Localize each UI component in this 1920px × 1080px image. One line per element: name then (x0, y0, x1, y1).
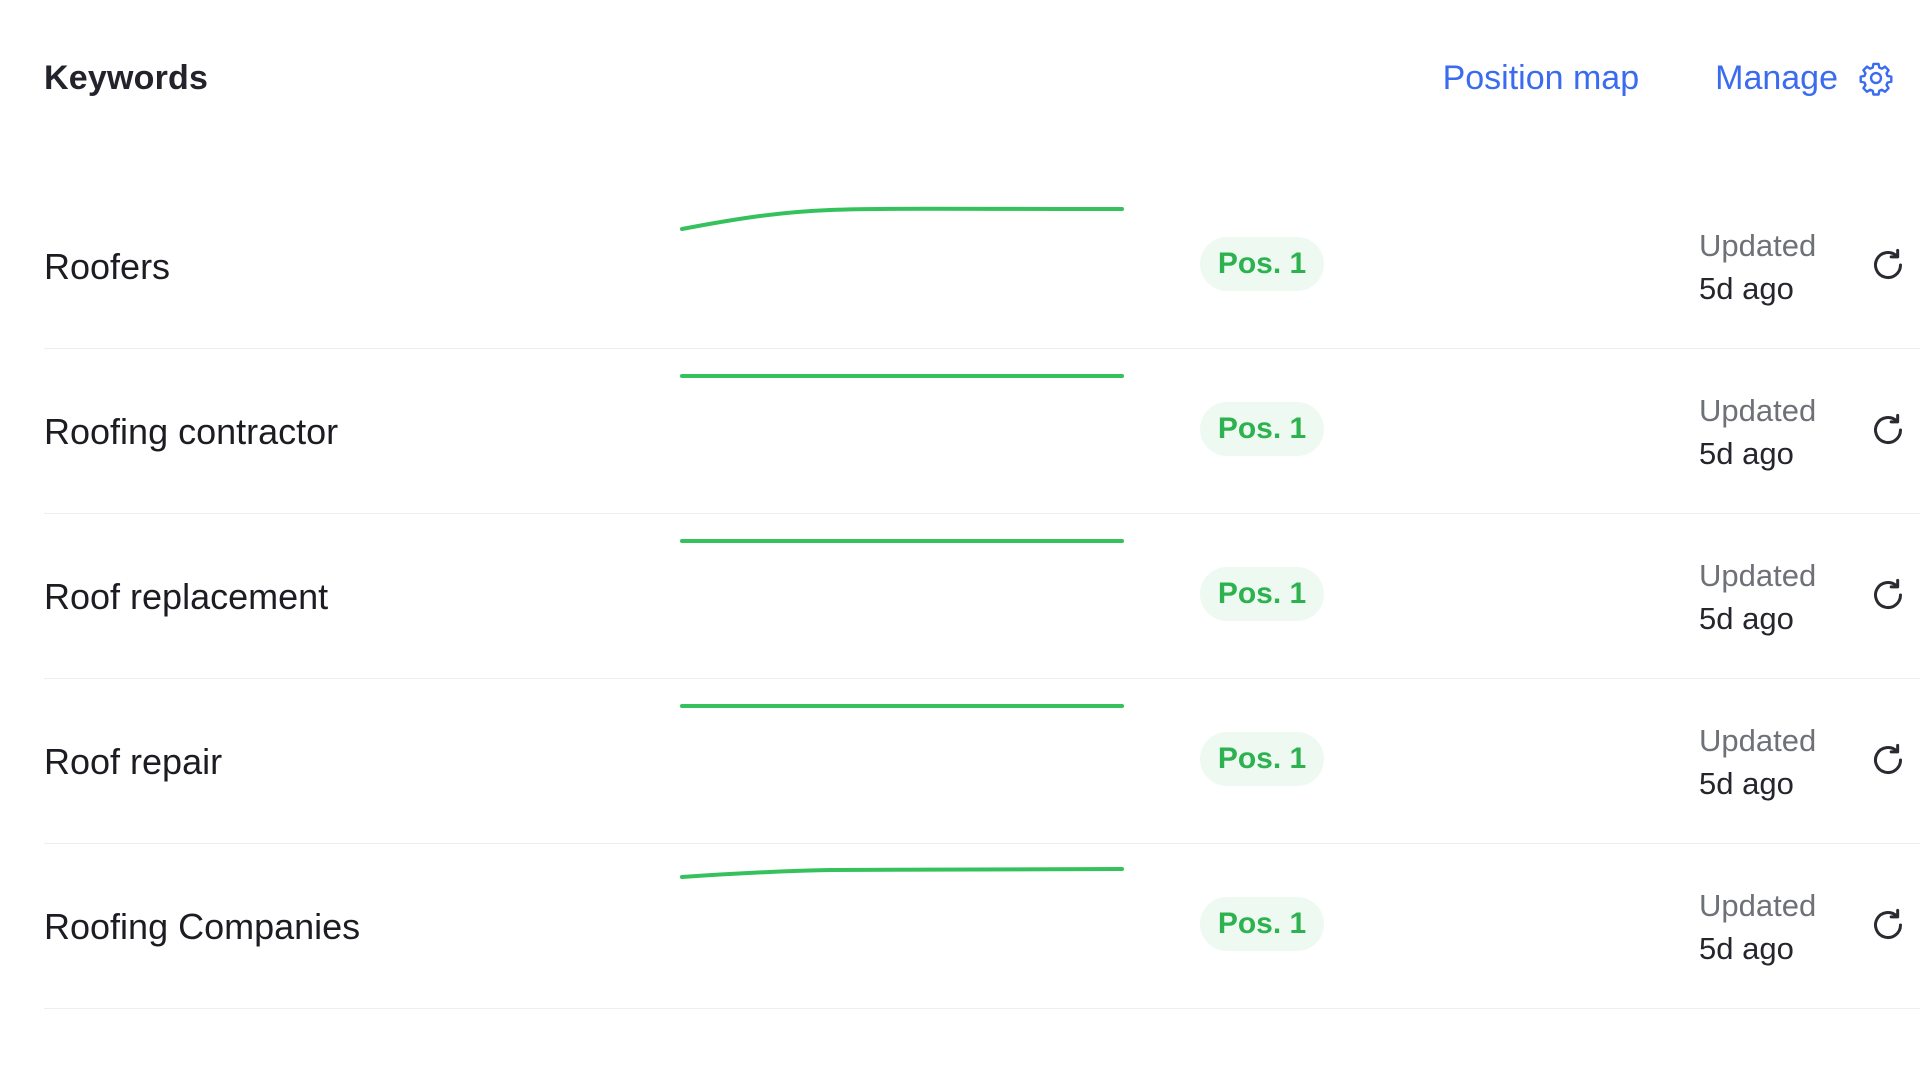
keyword-row: Roof replacement Pos. 1 Updated 5d ago (44, 514, 1920, 679)
position-map-link[interactable]: Position map (1443, 59, 1640, 98)
keyword-row: Roofing Companies Pos. 1 Updated 5d ago (44, 844, 1920, 1009)
updated-label: Updated (1699, 393, 1817, 428)
position-badge: Pos. 1 (1200, 897, 1324, 951)
header-actions: Position map Manage (1443, 59, 1894, 98)
keyword-row: Roofing contractor Pos. 1 Updated 5d ago (44, 349, 1920, 514)
keyword-label: Roofing Companies (44, 906, 361, 947)
manage-button[interactable]: Manage (1715, 59, 1894, 98)
refresh-icon[interactable] (1868, 905, 1908, 945)
updated-ago: 5d ago (1699, 436, 1794, 471)
refresh-icon[interactable] (1868, 575, 1908, 615)
trend-sparkline (680, 539, 1124, 543)
manage-link[interactable]: Manage (1715, 59, 1838, 98)
updated-label: Updated (1699, 888, 1817, 923)
updated-status: Updated 5d ago (1699, 389, 1816, 475)
updated-label: Updated (1699, 228, 1817, 263)
keyword-label: Roof replacement (44, 576, 329, 617)
keywords-header: Keywords Position map Manage (44, 50, 1894, 106)
position-badge: Pos. 1 (1200, 237, 1324, 291)
updated-ago: 5d ago (1699, 271, 1794, 306)
trend-sparkline (680, 374, 1124, 378)
keyword-label: Roofing contractor (44, 411, 339, 452)
gear-icon[interactable] (1858, 60, 1894, 96)
updated-label: Updated (1699, 723, 1817, 758)
refresh-icon[interactable] (1868, 740, 1908, 780)
updated-ago: 5d ago (1699, 766, 1794, 801)
position-badge: Pos. 1 (1200, 567, 1324, 621)
keyword-row: Roof repair Pos. 1 Updated 5d ago (44, 679, 1920, 844)
updated-status: Updated 5d ago (1699, 884, 1816, 970)
trend-sparkline (680, 206, 1124, 231)
updated-ago: 5d ago (1699, 601, 1794, 636)
refresh-icon[interactable] (1868, 410, 1908, 450)
position-badge: Pos. 1 (1200, 732, 1324, 786)
keyword-list: Roofers Pos. 1 Updated 5d ago Roofing co… (44, 184, 1920, 1009)
updated-status: Updated 5d ago (1699, 554, 1816, 640)
updated-status: Updated 5d ago (1699, 719, 1816, 805)
trend-line (680, 206, 1124, 231)
keywords-panel: Keywords Position map Manage Roofers Pos… (0, 0, 1920, 1080)
position-badge: Pos. 1 (1200, 402, 1324, 456)
keyword-row: Roofers Pos. 1 Updated 5d ago (44, 184, 1920, 349)
trend-line (680, 867, 1124, 879)
trend-sparkline (680, 704, 1124, 708)
refresh-icon[interactable] (1868, 245, 1908, 285)
keyword-label: Roofers (44, 246, 171, 287)
updated-label: Updated (1699, 558, 1817, 593)
updated-status: Updated 5d ago (1699, 224, 1816, 310)
page-title: Keywords (44, 58, 209, 97)
keyword-label: Roof repair (44, 741, 223, 782)
trend-sparkline (680, 867, 1124, 879)
updated-ago: 5d ago (1699, 931, 1794, 966)
